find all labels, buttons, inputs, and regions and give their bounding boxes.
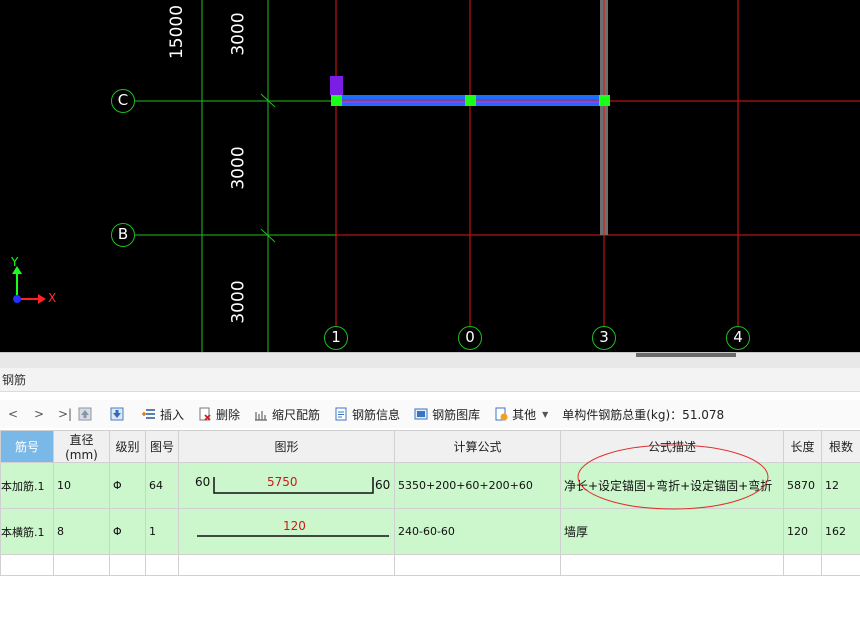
cell-grade[interactable]: Φ (109, 462, 146, 509)
move-up-button[interactable] (78, 407, 96, 421)
col-header-desc[interactable]: 公式描述 (560, 430, 784, 463)
empty-cell[interactable] (178, 554, 395, 576)
cell-length[interactable]: 5870 (783, 462, 822, 509)
col-header-grade[interactable]: 级别 (109, 430, 146, 463)
table-row[interactable]: 本加筋.1 10 Φ 64 60 5750 60 5350+200+60+200… (0, 444, 860, 510)
nav-last-button[interactable]: >| (52, 407, 78, 421)
insert-button[interactable]: 插入 (142, 406, 184, 423)
rebar-library-label: 钢筋图库 (432, 407, 481, 422)
empty-cell[interactable] (53, 554, 110, 576)
move-up-icon (78, 407, 92, 421)
cell-bar-no[interactable]: 本加筋.1 (0, 462, 54, 509)
empty-cell[interactable] (145, 554, 179, 576)
other-menu-button[interactable]: 其他 ▼ (494, 406, 548, 423)
cell-fig-no[interactable]: 1 (145, 508, 179, 555)
cell-desc[interactable]: 墙厚 (560, 508, 784, 555)
axis-bubble-b[interactable]: B (111, 223, 135, 247)
col-header-fig-no[interactable]: 图号 (145, 430, 179, 463)
axis-bubble-c[interactable]: C (111, 89, 135, 113)
ucs-x-arrow (38, 294, 46, 304)
ucs-y-label: Y (11, 255, 19, 269)
table-header-row: 筋号 直径(mm) 级别 图号 图形 计算公式 公式描述 长度 根数 (0, 430, 860, 463)
empty-cell[interactable] (821, 554, 860, 576)
grip-node-0[interactable] (465, 95, 476, 106)
rebar-library-button[interactable]: 钢筋图库 (414, 406, 480, 423)
cad-canvas[interactable]: 15000 3000 3000 3000 C B 1 0 3 4 Y X (0, 0, 860, 352)
splitter-handle[interactable] (636, 353, 736, 357)
delete-label: 删除 (216, 407, 241, 422)
cell-count[interactable]: 162 (821, 508, 860, 555)
dim-label-total: 15000 (167, 4, 188, 60)
insert-icon (142, 409, 155, 419)
col-header-bar-no[interactable]: 筋号 (0, 430, 54, 463)
rebar-info-icon (335, 407, 347, 421)
column-marker[interactable] (330, 76, 343, 95)
rebar-shape-drawing (197, 535, 389, 537)
axis-bubble-1[interactable]: 1 (324, 326, 348, 350)
dim-label-bottom: 3000 (228, 280, 249, 324)
cell-formula[interactable]: 240-60-60 (394, 508, 561, 555)
scale-rebar-icon (255, 411, 268, 421)
cell-desc[interactable]: 净长+设定锚固+弯折+设定锚固+弯折 (560, 444, 784, 510)
chevron-down-icon: ▼ (542, 409, 549, 419)
col-header-length[interactable]: 长度 (783, 430, 822, 463)
empty-cell[interactable] (560, 554, 784, 576)
col-header-shape[interactable]: 图形 (178, 430, 395, 463)
grip-node-3[interactable] (599, 95, 610, 106)
cell-count[interactable]: 12 (821, 462, 860, 509)
table-row[interactable]: 本横筋.1 8 Φ 1 120 240-60-60 墙厚 120 162 (0, 508, 860, 555)
delete-icon (199, 407, 211, 421)
nav-prev-button[interactable]: < (0, 407, 26, 421)
col-header-formula[interactable]: 计算公式 (394, 430, 561, 463)
col-header-count[interactable]: 根数 (821, 430, 860, 463)
cell-diameter[interactable]: 10 (53, 462, 110, 509)
cell-grade[interactable]: Φ (109, 508, 146, 555)
scale-rebar-button[interactable]: 缩尺配筋 (254, 406, 320, 423)
other-icon (495, 407, 508, 421)
rebar-info-button[interactable]: 钢筋信息 (334, 406, 400, 423)
rebar-shape-drawing (213, 477, 374, 494)
cell-desc-text: 净长+设定锚固+弯折+设定锚固+弯折 (564, 479, 773, 493)
axis-bubble-3[interactable]: 3 (592, 326, 616, 350)
insert-label: 插入 (160, 407, 185, 422)
cell-length[interactable]: 120 (783, 508, 822, 555)
app-root: 15000 3000 3000 3000 C B 1 0 3 4 Y X 钢筋 … (0, 0, 860, 618)
cell-bar-no[interactable]: 本横筋.1 (0, 508, 54, 555)
total-weight-text: 单构件钢筋总重(kg)：51.078 (562, 407, 725, 422)
empty-cell[interactable] (0, 554, 54, 576)
cell-fig-no[interactable]: 64 (145, 462, 179, 509)
move-down-button[interactable] (110, 407, 128, 421)
axis-bubble-0[interactable]: 0 (458, 326, 482, 350)
other-label: 其他 (512, 407, 537, 422)
move-down-icon (110, 407, 124, 421)
cell-shape[interactable]: 60 5750 60 (178, 462, 395, 509)
rebar-info-label: 钢筋信息 (352, 407, 401, 422)
table-row-empty[interactable] (0, 554, 860, 576)
col-header-diameter[interactable]: 直径(mm) (53, 430, 110, 463)
panel-splitter[interactable] (0, 352, 860, 368)
cad-drawing (12, 0, 860, 352)
empty-cell[interactable] (109, 554, 146, 576)
panel-title: 钢筋 (0, 368, 860, 392)
cell-diameter[interactable]: 8 (53, 508, 110, 555)
empty-cell[interactable] (783, 554, 822, 576)
scale-rebar-label: 缩尺配筋 (272, 407, 321, 422)
axis-bubble-4[interactable]: 4 (726, 326, 750, 350)
empty-cell[interactable] (394, 554, 561, 576)
dim-label-top: 3000 (228, 12, 249, 56)
rebar-table: 筋号 直径(mm) 级别 图号 图形 计算公式 公式描述 长度 根数 本加筋.1… (0, 430, 860, 576)
nav-next-button[interactable]: > (26, 407, 52, 421)
dim-label-mid: 3000 (228, 146, 249, 190)
ucs-origin (13, 295, 21, 303)
rebar-toolbar: < > >| 插入 删除 缩尺配筋 钢筋信息 钢筋图库 其他 ▼ 单构件钢筋总重… (0, 400, 860, 428)
delete-button[interactable]: 删除 (198, 406, 240, 423)
grip-node-1[interactable] (331, 95, 342, 106)
cell-shape[interactable]: 120 (178, 508, 395, 555)
ucs-x-label: X (48, 291, 57, 305)
cell-formula[interactable]: 5350+200+60+200+60 (394, 462, 561, 509)
rebar-library-icon (414, 408, 428, 420)
